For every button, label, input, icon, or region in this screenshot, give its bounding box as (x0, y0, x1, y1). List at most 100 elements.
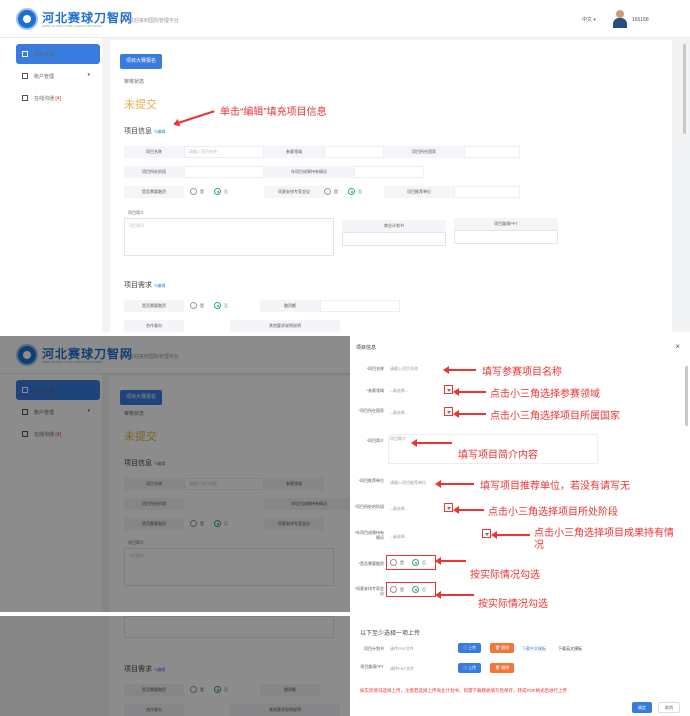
radio-yes[interactable] (324, 188, 331, 195)
welcome-text: hi，欢迎来到国际管理平台 (120, 18, 179, 24)
field-label: 同意安排专家会议 (264, 186, 324, 198)
radio-yes[interactable] (390, 559, 397, 566)
scrollbar[interactable] (683, 44, 686, 134)
upload-ppt-button[interactable]: ☁ 上传 (458, 663, 482, 673)
ppt-upload-area[interactable] (454, 230, 558, 244)
annotation-finance: 按实际情况勾选 (470, 570, 540, 581)
sidebar-item-label: 账户管理 (34, 74, 55, 80)
username[interactable]: 165168 (632, 17, 649, 23)
bp-upload-area[interactable] (342, 232, 446, 246)
radio-yes[interactable] (190, 188, 197, 195)
form-label: *是否需要融资 (358, 561, 384, 566)
form-label: *项目推荐单位 (358, 478, 384, 483)
upload-section: 以下至少选择一项上传 项目计划书 请传PDF文件 ☁ 上传 🗑 删除 下载中文模… (350, 616, 690, 716)
radio-no[interactable] (348, 188, 355, 195)
main-content: 项目大赛报名 审核状态 未提交 项目信息 ✎编辑 项目名称 请输入项目名称 参赛… (110, 40, 672, 332)
field-value[interactable] (354, 166, 424, 178)
sidebar: 项目大赛 账户管理 ▾ 在线沟通 [4] (0, 38, 102, 332)
chevron-down-icon: ▾ (87, 72, 90, 78)
radio-yes-label: 是 (400, 560, 404, 565)
field-value[interactable] (184, 166, 264, 178)
project-name-field[interactable]: 请输入项目名称 (184, 146, 264, 158)
chat-icon (22, 95, 28, 101)
field-label: 项目推荐单位 (384, 186, 454, 198)
trash-icon: 🗑 (495, 665, 501, 670)
intro-textarea[interactable]: 项目简介 (124, 218, 334, 256)
field-value[interactable] (454, 186, 520, 198)
radio-yes[interactable] (390, 586, 397, 593)
field-value[interactable] (324, 146, 384, 158)
form-label: *项目所处的阶段 (354, 504, 384, 509)
annotation-arrow (435, 557, 466, 565)
upload-bp-button[interactable]: ☁ 上传 (458, 643, 482, 653)
radio-yes[interactable] (190, 302, 197, 309)
dropdown-triangle-icon[interactable] (444, 407, 453, 416)
result-select[interactable]: --请选择-- (390, 534, 407, 540)
upload-icon: ☁ (463, 645, 467, 650)
annotation-result: 点击小三角选择项目成果持有情况 (534, 528, 674, 551)
radio-no[interactable] (214, 188, 221, 195)
download-en-template-link[interactable]: 下载英文模板 (558, 646, 582, 652)
avatar[interactable] (612, 10, 628, 28)
globe-icon (16, 8, 38, 30)
form-label: 项目路演PPT (360, 664, 384, 669)
recommend-input[interactable]: 请输入项目推荐单位 (390, 480, 426, 486)
download-cn-template-link[interactable]: 下载中文模板 (522, 646, 546, 652)
annotation-recommend: 填写项目推荐单位，若没有请写无 (480, 481, 630, 492)
sidebar-item-account[interactable]: 账户管理 ▾ (16, 66, 100, 86)
trash-icon: 🗑 (495, 645, 501, 650)
field-label: 参赛领域 (264, 146, 324, 158)
radio-yes-label: 是 (200, 303, 204, 308)
upload-icon: ☁ (463, 665, 467, 670)
language-select[interactable]: 中文 ▾ (582, 16, 596, 23)
annotation-arrow (443, 366, 476, 374)
field-value[interactable] (464, 146, 520, 158)
country-select[interactable]: --请选择-- (390, 410, 407, 416)
sidebar-item-contest[interactable]: 项目大赛 (16, 44, 100, 64)
radio-no-label: 否 (422, 560, 426, 565)
radio-yes-label: 是 (400, 587, 404, 592)
field-label: 项目路演PPT (454, 218, 558, 230)
annotation-arrow (411, 439, 452, 447)
tab-contest-signup[interactable]: 项目大赛报名 (120, 54, 163, 69)
edit-link[interactable]: ✎编辑 (154, 129, 165, 134)
sidebar-item-label: 项目大赛 (34, 52, 55, 58)
confirm-button[interactable]: 确定 (632, 702, 652, 713)
annotation-name: 填写参赛项目名称 (482, 367, 562, 378)
close-icon[interactable]: × (675, 342, 680, 351)
upload-warning: 按实际情况选择上传，注意若选择上传商业计划书，则需下载模板填写后保存，转成PDF… (360, 688, 567, 693)
sidebar-item-label: 在线沟通 [4] (34, 96, 61, 102)
logo[interactable]: 河北赛球刀智网 HEBEI GLOBAL INTELLIGENCE NETWOR… (16, 8, 132, 32)
radio-no[interactable] (412, 559, 419, 566)
project-req-title: 项目需求 ✎编辑 (124, 282, 166, 289)
dialog-title: 项目信息 (356, 345, 377, 351)
cancel-button[interactable]: 取消 (658, 702, 680, 713)
annotation-arrow (435, 480, 474, 488)
field-label: 合作意向 (124, 320, 184, 332)
field-select[interactable]: --请选择-- (390, 388, 407, 394)
annotation-stage: 点击小三角选择项目所处阶段 (488, 507, 618, 518)
delete-ppt-button[interactable]: 🗑 删除 (490, 663, 515, 673)
dropdown-triangle-icon[interactable] (482, 529, 491, 538)
delete-bp-button[interactable]: 🗑 删除 (490, 643, 515, 653)
sidebar-item-chat[interactable]: 在线沟通 [4] (16, 88, 100, 108)
project-name-input[interactable]: 请输入项目名称 (390, 366, 418, 372)
dropdown-triangle-icon[interactable] (444, 385, 453, 394)
field-value[interactable] (320, 300, 400, 312)
edit-link[interactable]: ✎编辑 (154, 283, 165, 288)
field-label: 是否需要融资 (124, 186, 184, 198)
stage-select[interactable]: --请选择-- (390, 506, 407, 512)
field-label: 商业计划书 (342, 220, 446, 232)
radio-no-label: 否 (422, 587, 426, 592)
top-bar: 河北赛球刀智网 HEBEI GLOBAL INTELLIGENCE NETWOR… (0, 0, 690, 38)
intro-label: 项目简介 (128, 210, 144, 215)
form-label: *项目简介 (366, 438, 384, 443)
radio-no[interactable] (214, 302, 221, 309)
field-label: 项目所处阶段 (124, 166, 184, 178)
annotation-agree: 按实际情况勾选 (478, 599, 548, 610)
ppt-file-field[interactable]: 请传PDF文件 (390, 666, 414, 672)
bp-file-field[interactable]: 请传PDF文件 (390, 646, 414, 652)
radio-no[interactable] (412, 586, 419, 593)
scrollbar[interactable] (685, 366, 688, 426)
dropdown-triangle-icon[interactable] (444, 503, 453, 512)
